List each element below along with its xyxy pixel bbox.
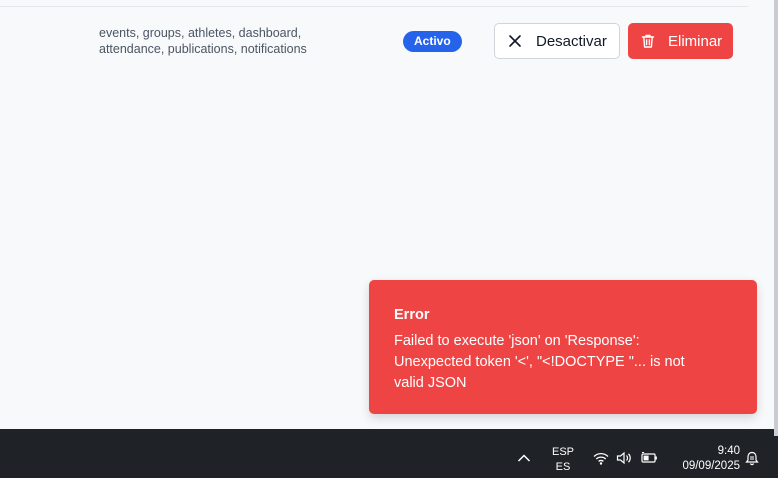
wifi-icon[interactable]: [592, 450, 610, 466]
window-edge-scrollbar: [774, 0, 778, 436]
battery-icon[interactable]: [640, 450, 658, 466]
toast-message: Failed to execute 'json' on 'Response': …: [394, 333, 685, 391]
deactivate-label: Desactivar: [536, 32, 607, 50]
language-indicator[interactable]: ESP ES: [548, 445, 578, 475]
status-badge: Activo: [403, 31, 462, 52]
deactivate-button[interactable]: Desactivar: [494, 23, 620, 59]
delete-button[interactable]: Eliminar: [628, 23, 733, 59]
keyboard-layout: ES: [555, 461, 571, 473]
trash-icon: [641, 34, 655, 48]
volume-icon[interactable]: [615, 450, 633, 466]
notification-bell-icon[interactable]: [744, 450, 760, 466]
toast-title: Error: [394, 307, 430, 323]
row-divider: [0, 6, 748, 7]
language-code: ESP: [551, 446, 574, 458]
clock-date: 09/09/2025: [682, 460, 740, 472]
close-icon: [509, 35, 521, 47]
clock-time: 9:40: [717, 445, 740, 457]
taskbar: ESP ES 9:40 09/09/2025: [0, 436, 778, 478]
chevron-up-icon[interactable]: [514, 450, 534, 466]
error-toast[interactable]: Error Failed to execute 'json' on 'Respo…: [369, 280, 757, 414]
permissions-line-2: attendance, publications, notifications: [99, 42, 307, 56]
app-window: events, groups, athletes, dashboard, att…: [0, 0, 774, 429]
system-clock[interactable]: 9:40 09/09/2025: [668, 444, 740, 474]
permissions-list: events, groups, athletes, dashboard, att…: [99, 25, 307, 57]
permissions-line-1: events, groups, athletes, dashboard,: [99, 26, 302, 40]
delete-label: Eliminar: [668, 32, 723, 50]
